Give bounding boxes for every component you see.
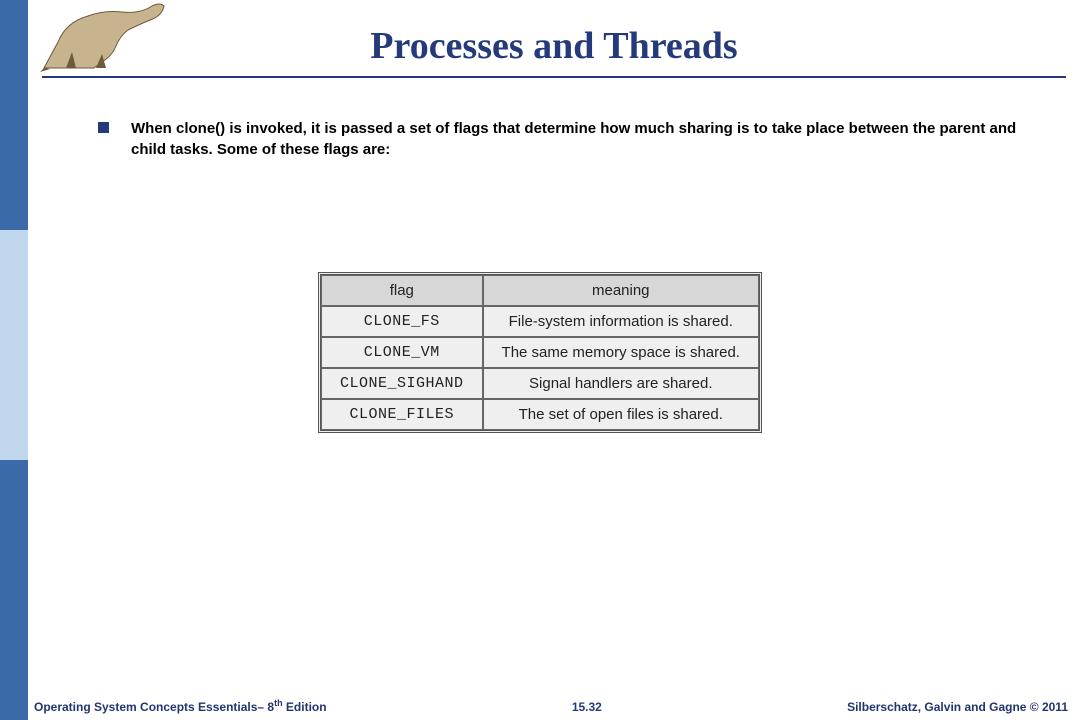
square-bullet-icon [98, 122, 109, 133]
side-color-bar [0, 0, 28, 720]
meaning-cell: The same memory space is shared. [483, 337, 759, 368]
flags-table-wrap: flag meaning CLONE_FS File-system inform… [318, 272, 762, 433]
sidebar-segment-middle [0, 230, 28, 460]
sidebar-segment-bottom [0, 460, 28, 720]
footer-page-number: 15.32 [572, 700, 602, 714]
table-header-row: flag meaning [321, 275, 759, 306]
flag-cell: CLONE_FILES [321, 399, 483, 430]
footer-left-post: Edition [283, 700, 327, 714]
footer-book-title: Operating System Concepts Essentials– 8t… [34, 698, 327, 714]
meaning-cell: The set of open files is shared. [483, 399, 759, 430]
col-header-meaning: meaning [483, 275, 759, 306]
flag-cell: CLONE_SIGHAND [321, 368, 483, 399]
table-row: CLONE_SIGHAND Signal handlers are shared… [321, 368, 759, 399]
table-row: CLONE_FS File-system information is shar… [321, 306, 759, 337]
flags-table: flag meaning CLONE_FS File-system inform… [318, 272, 762, 433]
flag-cell: CLONE_FS [321, 306, 483, 337]
footer: Operating System Concepts Essentials– 8t… [28, 698, 1074, 714]
table-row: CLONE_FILES The set of open files is sha… [321, 399, 759, 430]
bullet-item: When clone() is invoked, it is passed a … [42, 118, 1066, 160]
footer-left-pre: Operating System Concepts Essentials– 8 [34, 700, 274, 714]
title-underline [42, 76, 1066, 78]
bullet-text: When clone() is invoked, it is passed a … [131, 118, 1026, 160]
table-row: CLONE_VM The same memory space is shared… [321, 337, 759, 368]
flag-cell: CLONE_VM [321, 337, 483, 368]
sidebar-segment-top [0, 0, 28, 230]
meaning-cell: File-system information is shared. [483, 306, 759, 337]
slide-title: Processes and Threads [42, 0, 1066, 76]
col-header-flag: flag [321, 275, 483, 306]
meaning-cell: Signal handlers are shared. [483, 368, 759, 399]
footer-copyright: Silberschatz, Galvin and Gagne © 2011 [847, 700, 1068, 714]
footer-left-sup: th [274, 698, 283, 708]
